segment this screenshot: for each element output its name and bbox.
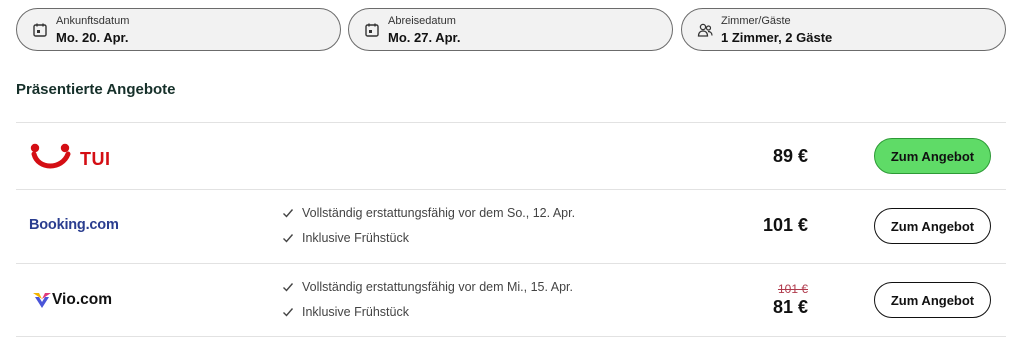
departure-date-label: Abreisedatum (388, 15, 456, 27)
booking-logo: Booking.com (29, 217, 119, 233)
rooms-guests-field[interactable]: Zimmer/Gäste 1 Zimmer, 2 Gäste (681, 8, 1006, 51)
check-icon (283, 234, 294, 243)
feature-item: Inklusive Frühstück (282, 305, 409, 319)
guests-icon (697, 23, 713, 37)
calendar-icon (33, 23, 47, 37)
section-title: Präsentierte Angebote (16, 81, 176, 98)
offer-button-tui[interactable]: Zum Angebot (874, 138, 991, 174)
feature-text: Vollständig erstattungsfähig vor dem Mi.… (302, 280, 573, 294)
feature-text: Inklusive Frühstück (302, 231, 409, 245)
divider (16, 336, 1006, 337)
arrival-date-label: Ankunftsdatum (56, 15, 130, 27)
tui-smile-icon (30, 143, 71, 169)
vio-mark-icon (33, 293, 51, 308)
tui-wordmark: TUI (80, 149, 111, 169)
offer-price: 101 € (762, 215, 808, 235)
feature-item: Vollständig erstattungsfähig vor dem So.… (282, 206, 575, 220)
rooms-guests-label: Zimmer/Gäste (721, 15, 791, 27)
departure-date-field[interactable]: Abreisedatum Mo. 27. Apr. (348, 8, 673, 51)
feature-text: Inklusive Frühstück (302, 305, 409, 319)
offer-button-booking[interactable]: Zum Angebot (874, 208, 991, 244)
vio-logo: Vio.com (32, 291, 132, 311)
vio-wordmark: Vio.com (52, 291, 113, 308)
offer-price: 81 € (772, 297, 808, 317)
arrival-date-value: Mo. 20. Apr. (56, 30, 129, 45)
calendar-icon (365, 23, 379, 37)
offer-button-vio[interactable]: Zum Angebot (874, 282, 991, 318)
rooms-guests-value: 1 Zimmer, 2 Gäste (721, 30, 833, 45)
offer-price: 89 € (772, 146, 808, 166)
offer-row-vio: Vio.com Vollständig erstattungsfähig vor… (16, 264, 1006, 336)
feature-text: Vollständig erstattungsfähig vor dem So.… (302, 206, 576, 220)
feature-item: Vollständig erstattungsfähig vor dem Mi.… (282, 280, 573, 294)
offer-row-tui: TUI 89 € Zum Angebot (16, 123, 1006, 189)
check-icon (283, 308, 294, 317)
tui-logo: TUI (30, 142, 120, 172)
check-icon (283, 209, 294, 218)
old-price: 101 € (777, 282, 808, 296)
offer-row-booking: Booking.com Vollständig erstattungsfähig… (16, 190, 1006, 263)
departure-date-value: Mo. 27. Apr. (388, 30, 461, 45)
arrival-date-field[interactable]: Ankunftsdatum Mo. 20. Apr. (16, 8, 341, 51)
feature-item: Inklusive Frühstück (282, 231, 409, 245)
check-icon (283, 283, 294, 292)
